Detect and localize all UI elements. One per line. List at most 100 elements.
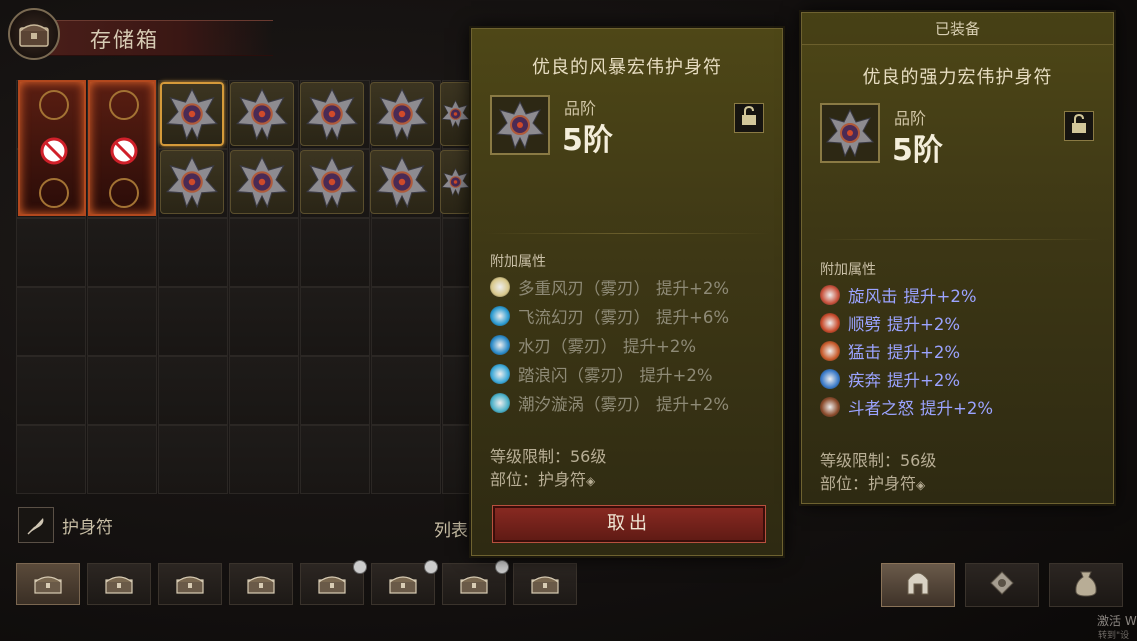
grid-cell[interactable] xyxy=(87,356,157,425)
grade-value: 5阶 xyxy=(562,123,613,158)
socket-ring-icon xyxy=(39,178,69,208)
grid-cell[interactable] xyxy=(371,218,441,287)
affix-name: 顺劈 xyxy=(848,315,881,334)
cleave-icon xyxy=(820,313,840,333)
grid-cell[interactable] xyxy=(158,425,228,494)
stash-tab-3[interactable] xyxy=(158,563,222,605)
charm-icon xyxy=(376,87,428,141)
charm-tab[interactable] xyxy=(965,563,1039,607)
grade-value: 5阶 xyxy=(892,133,943,168)
grid-cell[interactable] xyxy=(16,356,86,425)
grid-cell[interactable] xyxy=(300,218,370,287)
charm-item[interactable] xyxy=(440,82,471,146)
grid-cell[interactable] xyxy=(229,425,299,494)
locked-item-slot[interactable] xyxy=(18,80,86,216)
grid-cell[interactable] xyxy=(87,218,157,287)
grid-cell[interactable] xyxy=(300,356,370,425)
grid-cell[interactable] xyxy=(16,425,86,494)
stash-tab-5[interactable] xyxy=(300,560,367,605)
grid-cell[interactable] xyxy=(229,287,299,356)
equipped-header: 已装备 xyxy=(802,13,1113,45)
socket-ring-icon xyxy=(109,178,139,208)
lock-button[interactable] xyxy=(1064,111,1094,141)
equipment-tab[interactable] xyxy=(881,563,955,607)
charm-item[interactable] xyxy=(230,150,294,214)
chest-icon xyxy=(389,576,417,594)
charm-icon xyxy=(236,155,288,209)
stash-tab-1[interactable] xyxy=(16,563,80,605)
affix-bonus: 提升+2% xyxy=(903,287,977,306)
chest-icon xyxy=(8,8,60,60)
charm-item[interactable] xyxy=(370,150,434,214)
diamond-icon: ◈ xyxy=(586,474,596,488)
grid-cell[interactable] xyxy=(229,356,299,425)
divider xyxy=(816,239,1100,240)
water-drop-icon xyxy=(490,335,510,355)
grid-cell[interactable] xyxy=(300,425,370,494)
take-out-button[interactable]: 取出 xyxy=(492,505,766,543)
charm-icon xyxy=(490,95,550,155)
charm-icon xyxy=(166,87,218,141)
stash-tab-4[interactable] xyxy=(229,563,293,605)
timer-icon xyxy=(495,560,509,574)
charm-item[interactable] xyxy=(440,150,471,214)
system-watermark-sub: 转到"设 xyxy=(1098,631,1130,641)
charm-icon xyxy=(376,155,428,209)
equipped-item-name: 优良的强力宏伟护身符 xyxy=(862,67,1053,88)
divider xyxy=(486,233,770,234)
bag-tab[interactable] xyxy=(1049,563,1123,607)
chest-icon xyxy=(34,576,62,594)
wave-dash-icon xyxy=(490,364,510,384)
charm-item[interactable] xyxy=(160,150,224,214)
item-slot: 部位：护身符◈ xyxy=(820,470,925,494)
feather-icon xyxy=(18,507,54,543)
grid-cell[interactable] xyxy=(87,287,157,356)
lock-button[interactable] xyxy=(734,103,764,133)
fury-icon xyxy=(820,397,840,417)
affix-name: 踏浪闪（雾刃） xyxy=(518,366,634,385)
chest-icon xyxy=(105,576,133,594)
affix-name: 疾奔 xyxy=(848,371,881,390)
level-requirement: 等级限制：56级 xyxy=(820,451,937,470)
stash-tab-7[interactable] xyxy=(442,560,509,605)
grid-cell[interactable] xyxy=(229,218,299,287)
list-view-label[interactable]: 列表 xyxy=(434,516,468,541)
attributes-header: 附加属性 xyxy=(490,254,546,270)
charm-icon xyxy=(306,87,358,141)
charm-item[interactable] xyxy=(230,82,294,146)
grid-cell[interactable] xyxy=(87,425,157,494)
charm-item[interactable] xyxy=(300,150,364,214)
charm-item[interactable] xyxy=(160,82,224,146)
stash-header: 存储箱 xyxy=(8,8,273,60)
charm-item[interactable] xyxy=(370,82,434,146)
grid-cell[interactable] xyxy=(158,356,228,425)
chest-icon xyxy=(318,576,346,594)
affix-name: 水刃（雾刃） xyxy=(518,337,617,356)
affix-name: 飞流幻刃（雾刃） xyxy=(518,308,650,327)
affix-bonus: 提升+2% xyxy=(639,366,713,385)
item-filter[interactable]: 护身符 xyxy=(18,507,113,543)
unlock-icon xyxy=(1070,113,1088,138)
stash-tab-8[interactable] xyxy=(513,563,577,605)
affix-bonus: 提升+2% xyxy=(656,279,730,298)
stash-tab-6[interactable] xyxy=(371,560,438,605)
grid-cell[interactable] xyxy=(371,287,441,356)
affix-bonus: 提升+2% xyxy=(920,399,994,418)
affix-name: 多重风刃（雾刃） xyxy=(518,279,650,298)
grid-cell[interactable] xyxy=(371,356,441,425)
helmet-icon xyxy=(904,568,932,602)
grid-cell[interactable] xyxy=(158,218,228,287)
stash-tab-2[interactable] xyxy=(87,563,151,605)
grid-cell[interactable] xyxy=(16,218,86,287)
grid-cell[interactable] xyxy=(158,287,228,356)
filter-label: 护身符 xyxy=(62,517,113,538)
grid-cell[interactable] xyxy=(16,287,86,356)
grid-cell[interactable] xyxy=(300,287,370,356)
affix-row: 顺劈 提升+2% xyxy=(820,311,960,335)
locked-item-slot[interactable] xyxy=(88,80,156,216)
grid-cell[interactable] xyxy=(371,425,441,494)
forbidden-icon xyxy=(109,136,139,170)
charm-item[interactable] xyxy=(300,82,364,146)
affix-row: 多重风刃（雾刃） 提升+2% xyxy=(490,275,729,299)
affix-row: 水刃（雾刃） 提升+2% xyxy=(490,333,696,357)
